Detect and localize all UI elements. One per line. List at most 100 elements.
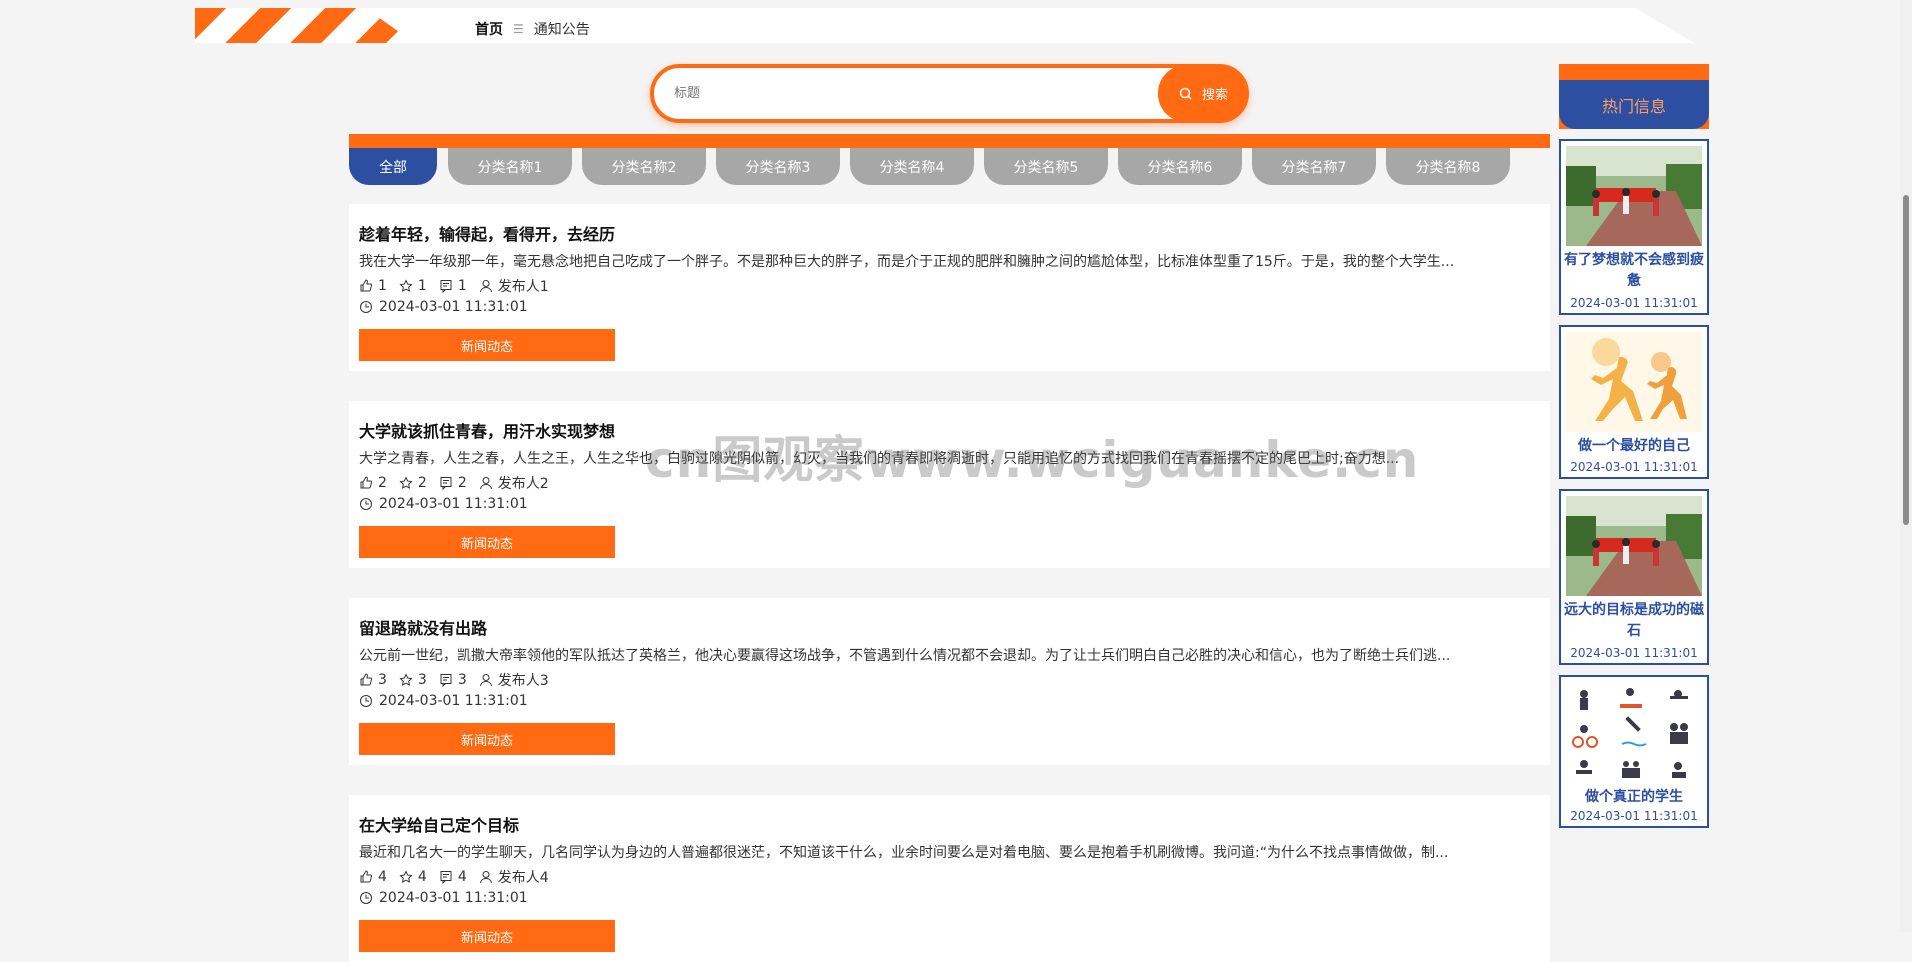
breadcrumb: 首页 ☰ 通知公告 xyxy=(475,19,590,39)
article-meta: 4 4 4 发布人4 xyxy=(359,867,555,887)
comment-icon xyxy=(440,477,452,490)
favorite-count: 3 xyxy=(417,672,427,688)
hot-item-date: 2024-03-01 11:31:01 xyxy=(1570,296,1698,310)
sports-pictograms xyxy=(1566,682,1702,782)
article-time: 2024-03-01 11:31:01 xyxy=(359,496,528,512)
article-time-text: 2024-03-01 11:31:01 xyxy=(379,299,528,315)
hot-item-title: 远大的目标是成功的磁石 xyxy=(1564,602,1704,639)
search-button-label: 搜索 xyxy=(1201,88,1228,103)
publisher: 发布人3 xyxy=(497,673,549,689)
article-tag-button[interactable]: 新闻动态 xyxy=(359,723,615,755)
hot-item[interactable]: 做个真正的学生 2024-03-01 11:31:01 xyxy=(1559,675,1709,828)
article-time: 2024-03-01 11:31:01 xyxy=(359,890,528,906)
breadcrumb-home-link[interactable]: 首页 xyxy=(475,19,503,39)
comment-count: 2 xyxy=(457,475,467,491)
tab-category-4[interactable]: 分类名称4 xyxy=(850,148,974,185)
comment-count: 3 xyxy=(457,672,467,688)
breadcrumb-separator-icon: ☰ xyxy=(513,22,524,36)
clock-icon xyxy=(360,301,372,313)
page-scrollbar[interactable] xyxy=(1900,0,1912,932)
tab-all[interactable]: 全部 xyxy=(349,148,437,185)
star-icon xyxy=(399,279,413,292)
article-time: 2024-03-01 11:31:01 xyxy=(359,693,528,709)
category-tab-rule xyxy=(349,134,1550,148)
article-time-text: 2024-03-01 11:31:01 xyxy=(379,693,528,709)
breadcrumb-current: 通知公告 xyxy=(533,22,590,38)
hot-item[interactable]: 远大的目标是成功的磁石 2024-03-01 11:31:01 xyxy=(1559,489,1709,665)
decorative-stripes xyxy=(195,8,415,43)
clock-icon xyxy=(360,892,372,904)
article-card[interactable]: 在大学给自己定个目标 最近和几名大一的学生聊天，几名同学认为身边的人普遍都很迷茫… xyxy=(349,795,1550,962)
like-count: 4 xyxy=(378,869,387,885)
comment-count: 1 xyxy=(457,278,467,294)
hot-item[interactable]: 做一个最好的自己 2024-03-01 11:31:01 xyxy=(1559,325,1709,479)
thumbs-up-icon xyxy=(360,279,373,292)
article-card[interactable]: 大学就该抓住青春，用汗水实现梦想 大学之青春，人生之春，人生之王，人生之华也，白… xyxy=(349,401,1550,568)
publisher: 发布人1 xyxy=(497,279,549,295)
like-count: 3 xyxy=(378,672,387,688)
thumbs-up-icon xyxy=(360,476,373,489)
user-icon xyxy=(479,674,492,687)
hot-item-date: 2024-03-01 11:31:01 xyxy=(1570,809,1698,823)
article-card[interactable]: 趁着年轻，输得起，看得开，去经历 我在大学一年级那一年，毫无悬念地把自己吃成了一… xyxy=(349,204,1550,371)
favorite-count: 2 xyxy=(417,475,427,491)
star-icon xyxy=(399,673,413,686)
tab-category-8[interactable]: 分类名称8 xyxy=(1386,148,1510,185)
tab-category-2[interactable]: 分类名称2 xyxy=(582,148,706,185)
tab-category-6[interactable]: 分类名称6 xyxy=(1118,148,1242,185)
article-excerpt: 大学之青春，人生之春，人生之王，人生之华也，白驹过隙光阴似箭，幻灭，当我们的青春… xyxy=(359,451,1400,467)
article-meta: 2 2 2 发布人2 xyxy=(359,473,555,493)
search-icon xyxy=(1179,87,1192,100)
comment-icon xyxy=(440,674,452,687)
tab-category-7[interactable]: 分类名称7 xyxy=(1252,148,1376,185)
hot-item[interactable]: 有了梦想就不会感到疲惫 2024-03-01 11:31:01 xyxy=(1559,139,1709,315)
clock-icon xyxy=(360,498,372,510)
user-icon xyxy=(479,871,492,884)
search-input[interactable] xyxy=(672,78,1092,108)
user-icon xyxy=(479,477,492,490)
hot-item-title: 做一个最好的自己 xyxy=(1578,438,1690,454)
article-meta: 3 3 3 发布人3 xyxy=(359,670,555,690)
clock-icon xyxy=(360,695,372,707)
tab-category-3[interactable]: 分类名称3 xyxy=(716,148,840,185)
search-box: 搜索 xyxy=(650,64,1249,123)
top-bar xyxy=(195,8,1695,43)
star-icon xyxy=(399,870,413,883)
comment-icon xyxy=(440,280,452,293)
thumbs-up-icon xyxy=(360,870,373,883)
hot-item-title: 有了梦想就不会感到疲惫 xyxy=(1564,252,1704,289)
article-card[interactable]: 留退路就没有出路 公元前一世纪，凯撒大帝率领他的军队抵达了英格兰，他决心要赢得这… xyxy=(349,598,1550,765)
user-icon xyxy=(479,280,492,293)
parade-photo xyxy=(1566,146,1702,246)
article-excerpt: 我在大学一年级那一年，毫无悬念地把自己吃成了一个胖子。不是那种巨大的胖子，而是介… xyxy=(359,254,1455,270)
article-title[interactable]: 大学就该抓住青春，用汗水实现梦想 xyxy=(359,418,615,442)
scrollbar-thumb[interactable] xyxy=(1903,195,1909,525)
publisher: 发布人4 xyxy=(497,870,549,886)
article-excerpt: 公元前一世纪，凯撒大帝率领他的军队抵达了英格兰，他决心要赢得这场战争，不管遇到什… xyxy=(359,648,1451,664)
article-meta: 1 1 1 发布人1 xyxy=(359,276,555,296)
hot-item-title: 做个真正的学生 xyxy=(1585,789,1683,805)
article-time: 2024-03-01 11:31:01 xyxy=(359,299,528,315)
article-time-text: 2024-03-01 11:31:01 xyxy=(379,496,528,512)
hot-panel-title: 热门信息 xyxy=(1559,80,1709,129)
hot-item-date: 2024-03-01 11:31:01 xyxy=(1570,646,1698,660)
publisher: 发布人2 xyxy=(497,476,549,492)
article-tag-button[interactable]: 新闻动态 xyxy=(359,329,615,361)
star-icon xyxy=(399,476,413,489)
hot-item-date: 2024-03-01 11:31:01 xyxy=(1570,460,1698,474)
article-title[interactable]: 留退路就没有出路 xyxy=(359,615,487,639)
article-tag-button[interactable]: 新闻动态 xyxy=(359,920,615,952)
search-button[interactable]: 搜索 xyxy=(1158,65,1248,122)
tab-category-5[interactable]: 分类名称5 xyxy=(984,148,1108,185)
favorite-count: 1 xyxy=(417,278,427,294)
favorite-count: 4 xyxy=(417,869,427,885)
tab-category-1[interactable]: 分类名称1 xyxy=(448,148,572,185)
like-count: 1 xyxy=(378,278,387,294)
article-title[interactable]: 趁着年轻，输得起，看得开，去经历 xyxy=(359,221,615,245)
article-title[interactable]: 在大学给自己定个目标 xyxy=(359,812,519,836)
article-excerpt: 最近和几名大一的学生聊天，几名同学认为身边的人普遍都很迷茫，不知道该干什么，业余… xyxy=(359,845,1449,861)
comment-icon xyxy=(440,871,452,884)
like-count: 2 xyxy=(378,475,387,491)
article-tag-button[interactable]: 新闻动态 xyxy=(359,526,615,558)
parade-photo xyxy=(1566,496,1702,596)
